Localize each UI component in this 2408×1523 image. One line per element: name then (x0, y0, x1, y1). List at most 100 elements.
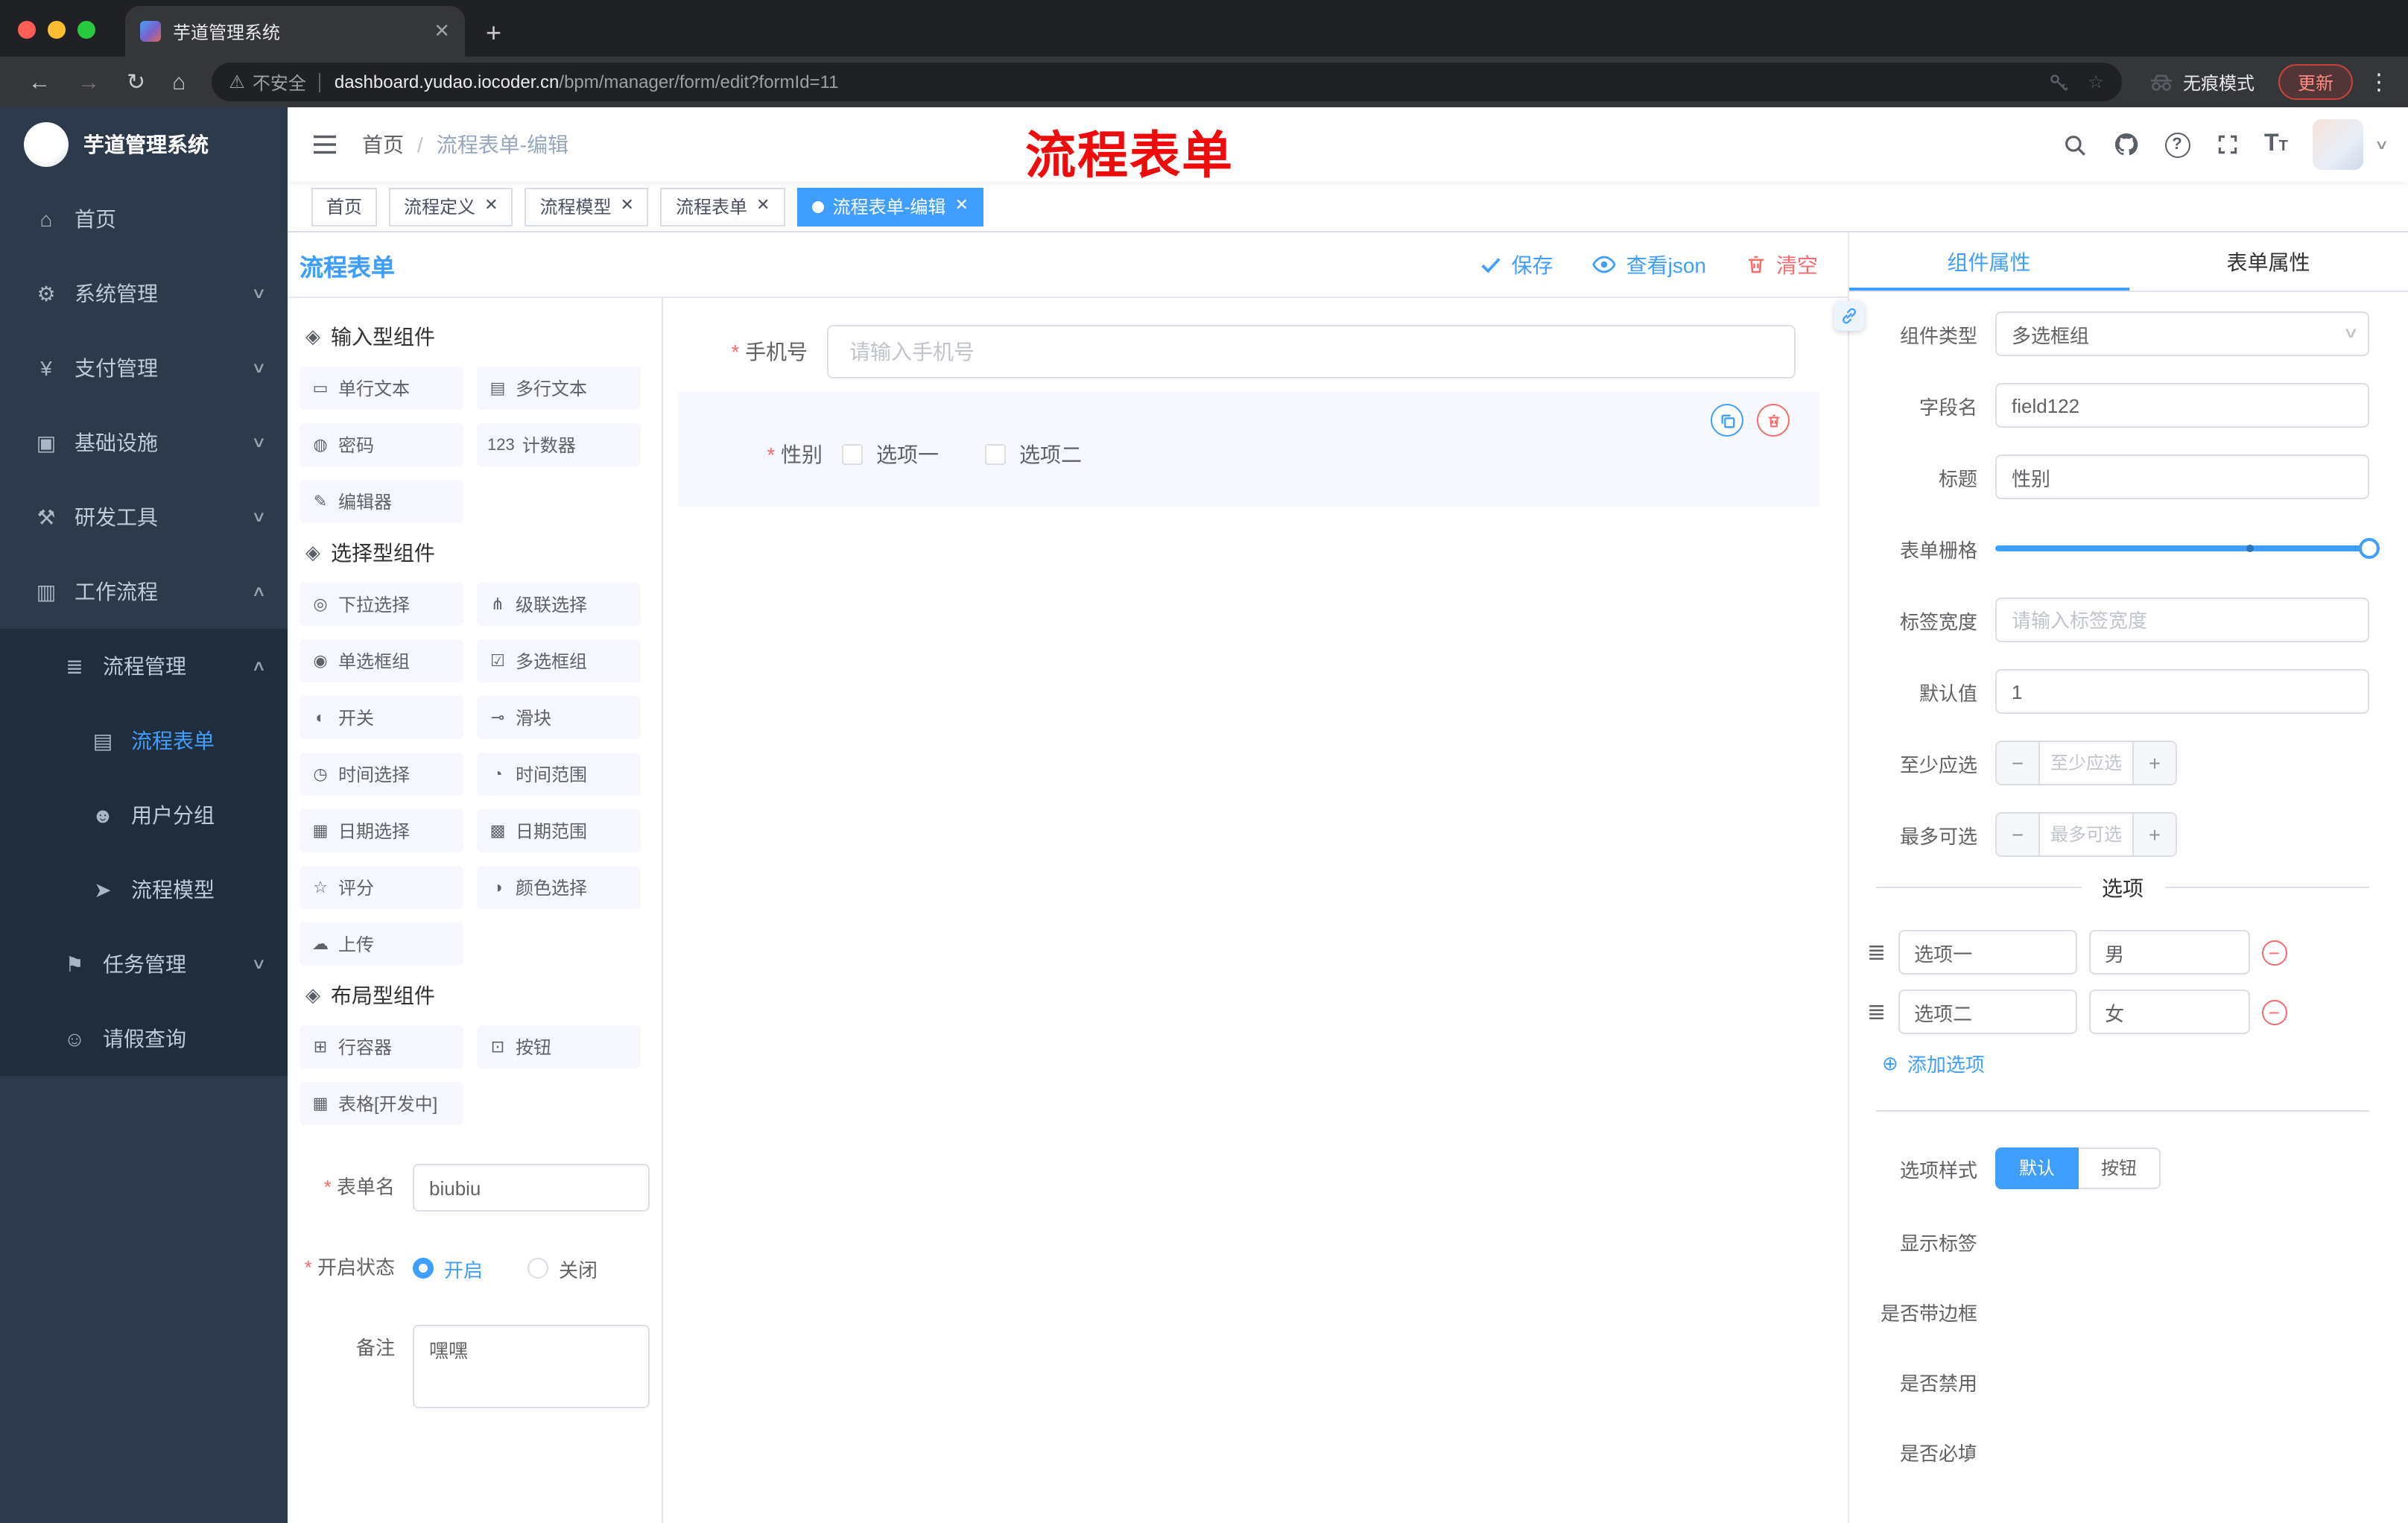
search-icon[interactable] (2062, 132, 2087, 157)
option-value-input[interactable] (2088, 930, 2250, 975)
palette-item[interactable]: ◉ 单选框组 (300, 639, 463, 683)
tab-form-props[interactable]: 表单属性 (2129, 232, 2408, 291)
palette-item[interactable]: ▭ 单行文本 (300, 367, 463, 410)
remove-option-button[interactable]: − (2261, 940, 2287, 965)
canvas-field-phone[interactable]: 手机号 (663, 325, 1848, 379)
password-key-icon[interactable] (2047, 71, 2070, 93)
palette-item[interactable]: ⋔ 级联选择 (477, 583, 641, 626)
font-size-icon[interactable]: TT (2264, 132, 2288, 156)
home-icon[interactable]: ⌂ (172, 71, 186, 93)
palette-item[interactable]: ▦ 日期选择 (300, 809, 463, 852)
delete-field-button[interactable] (1757, 404, 1790, 437)
tag[interactable]: 流程模型 ✕ (525, 187, 649, 226)
close-window-button[interactable] (18, 21, 36, 39)
plus-button[interactable]: + (2132, 742, 2176, 784)
palette-item[interactable]: ✎ 编辑器 (300, 480, 463, 523)
remove-option-button[interactable]: − (2261, 999, 2287, 1025)
palette-item[interactable]: ◔ 时间范围 (477, 753, 641, 796)
sidebar-item[interactable]: ⚑ 任务管理 ∨ (0, 927, 288, 1001)
sidebar-item[interactable]: ⚙ 系统管理 ∨ (0, 256, 288, 331)
palette-item[interactable]: ◐ 开关 (300, 696, 463, 739)
form-name-input[interactable] (413, 1164, 650, 1212)
maximize-window-button[interactable] (77, 21, 95, 39)
palette-item[interactable]: ◷ 时间选择 (300, 753, 463, 796)
minimize-window-button[interactable] (48, 21, 66, 39)
checkbox-icon[interactable] (985, 443, 1006, 464)
style-button-button[interactable]: 按钮 (2079, 1147, 2161, 1189)
palette-item[interactable]: ⊞ 行容器 (300, 1025, 463, 1068)
tag-close-icon[interactable]: ✕ (484, 197, 498, 215)
form-grid-slider[interactable] (1995, 526, 2380, 571)
default-value-input[interactable] (1995, 669, 2369, 714)
avatar[interactable] (2313, 119, 2364, 170)
phone-input[interactable] (827, 325, 1796, 379)
update-button[interactable]: 更新 (2278, 64, 2353, 100)
checkbox-icon[interactable] (842, 443, 863, 464)
browser-menu-icon[interactable]: ⋮ (2368, 69, 2390, 95)
clear-button[interactable]: 清空 (1745, 250, 1818, 279)
sidebar-item[interactable]: ➤ 流程模型 (0, 852, 288, 927)
slider-track[interactable] (1995, 538, 2380, 559)
github-icon[interactable] (2112, 131, 2139, 158)
view-json-button[interactable]: 查看json (1592, 250, 1706, 279)
option-value-input[interactable] (2088, 990, 2250, 1034)
sidebar-item[interactable]: ▣ 基础设施 ∨ (0, 405, 288, 480)
plus-button[interactable]: + (2132, 814, 2176, 855)
tag-close-icon[interactable]: ✕ (954, 197, 968, 215)
save-button[interactable]: 保存 (1480, 250, 1553, 279)
breadcrumb-home[interactable]: 首页 (362, 130, 404, 159)
palette-item[interactable]: ▦ 表格[开发中] (300, 1082, 463, 1125)
tab-component-props[interactable]: 组件属性 (1849, 232, 2129, 291)
palette-item[interactable]: ◑ 颜色选择 (477, 866, 641, 909)
status-radio-on[interactable]: 开启 (413, 1254, 483, 1282)
min-select-input[interactable] (2040, 742, 2132, 784)
link-icon[interactable] (1834, 301, 1864, 331)
sidebar-item[interactable]: ≣ 流程管理 ∧ (0, 629, 288, 703)
remark-textarea[interactable]: 嘿嘿 (413, 1325, 650, 1408)
bookmark-star-icon[interactable]: ☆ (2088, 72, 2104, 92)
sidebar-item[interactable]: ▥ 工作流程 ∧ (0, 554, 288, 629)
tag[interactable]: 首页 ✕ (311, 187, 378, 226)
drag-handle-icon[interactable]: ≣ (1867, 1001, 1886, 1023)
hamburger-icon[interactable] (311, 133, 338, 156)
palette-item[interactable]: ◎ 下拉选择 (300, 583, 463, 626)
sidebar-item[interactable]: ☻ 用户分组 (0, 778, 288, 852)
sidebar-item[interactable]: ☺ 请假查询 (0, 1001, 288, 1076)
tag[interactable]: 流程表单-编辑 ✕ (796, 187, 983, 226)
tab-close-icon[interactable]: ✕ (434, 19, 450, 43)
label-width-input[interactable] (1995, 598, 2369, 642)
palette-item[interactable]: ▤ 多行文本 (477, 367, 641, 410)
max-select-input[interactable] (2040, 814, 2132, 855)
avatar-caret-icon[interactable]: ∨ (2375, 136, 2390, 153)
help-icon[interactable]: ? (2164, 132, 2190, 157)
palette-item[interactable]: ☁ 上传 (300, 922, 463, 966)
palette-item[interactable]: ⊸ 滑块 (477, 696, 641, 739)
sidebar-item[interactable]: ⚒ 研发工具 ∨ (0, 480, 288, 554)
forward-icon[interactable]: → (77, 71, 100, 93)
reload-icon[interactable]: ↻ (127, 71, 145, 93)
component-type-select[interactable] (1995, 311, 2369, 356)
drag-handle-icon[interactable]: ≣ (1867, 941, 1886, 963)
title-input[interactable] (1995, 455, 2369, 499)
field-name-input[interactable] (1995, 383, 2369, 428)
copy-field-button[interactable] (1711, 404, 1743, 437)
palette-item[interactable]: ☑ 多选框组 (477, 639, 641, 683)
status-radio-off[interactable]: 关闭 (527, 1254, 598, 1282)
slider-handle[interactable] (2359, 538, 2380, 559)
palette-item[interactable]: ☆ 评分 (300, 866, 463, 909)
sidebar-item[interactable]: ▤ 流程表单 (0, 703, 288, 778)
option-label-input[interactable] (1898, 930, 2077, 975)
sidebar-item[interactable]: ¥ 支付管理 ∨ (0, 331, 288, 405)
fullscreen-icon[interactable] (2215, 133, 2239, 156)
gender-option-2[interactable]: 选项二 (985, 439, 1082, 469)
tag[interactable]: 流程定义 ✕ (389, 187, 513, 226)
canvas-field-gender-selected[interactable]: 性别 选项一 选项二 (678, 392, 1819, 507)
minus-button[interactable]: − (1997, 814, 2040, 855)
option-label-input[interactable] (1898, 990, 2077, 1034)
new-tab-button[interactable]: + (486, 19, 501, 46)
minus-button[interactable]: − (1997, 742, 2040, 784)
palette-item[interactable]: 123 计数器 (477, 423, 641, 466)
back-icon[interactable]: ← (28, 71, 51, 93)
palette-item[interactable]: ⊡ 按钮 (477, 1025, 641, 1068)
address-bar[interactable]: ⚠ 不安全 dashboard.yudao.iocoder.cn /bpm/ma… (211, 63, 2122, 101)
